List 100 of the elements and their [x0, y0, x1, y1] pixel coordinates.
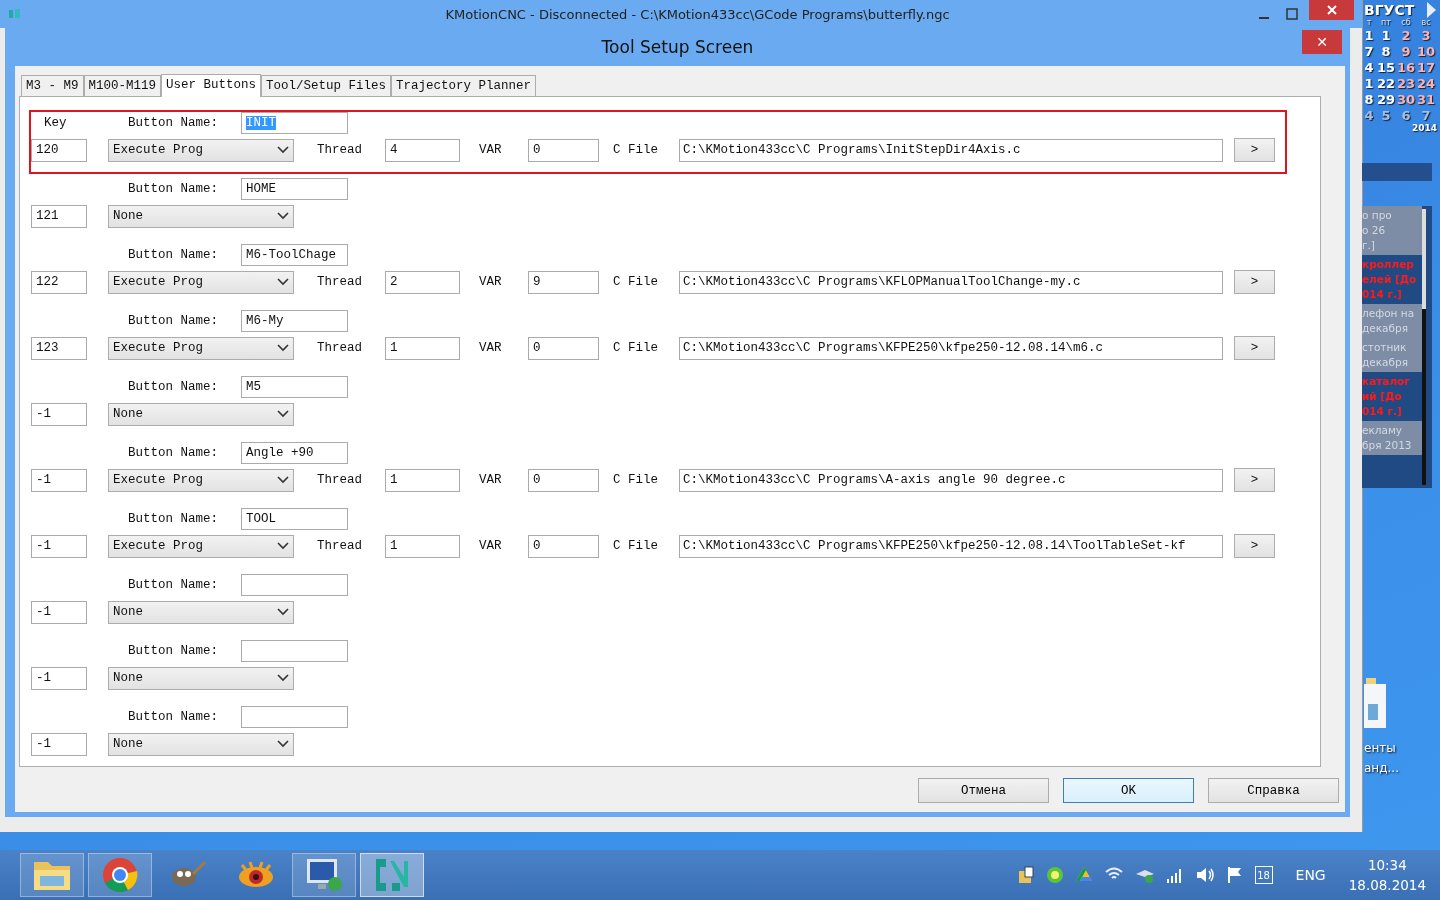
action-dropdown[interactable]: None [108, 204, 294, 228]
tab[interactable]: M3 - M9 [21, 75, 84, 96]
key-field[interactable]: 120 [31, 138, 87, 162]
caret-icon[interactable] [277, 674, 289, 682]
caret-icon[interactable] [277, 146, 289, 154]
name-field[interactable]: HOME [241, 178, 348, 200]
browse-button[interactable]: > [1234, 534, 1275, 558]
clock-date[interactable]: 18.08.2014 [1348, 875, 1426, 895]
name-field[interactable]: M6-My [241, 310, 348, 332]
dialog-button[interactable]: Справка [1208, 778, 1339, 803]
thread-field[interactable]: 2 [385, 270, 460, 294]
taskbar-button[interactable] [88, 853, 152, 897]
clock-time[interactable]: 10:34 [1367, 855, 1407, 875]
action-dropdown[interactable]: None [108, 732, 294, 756]
field-label: C File [613, 143, 659, 157]
tab[interactable]: Trajectory Planner [391, 75, 537, 96]
action-dropdown[interactable]: None [108, 600, 294, 624]
caret-icon[interactable] [277, 212, 289, 220]
file-path-field[interactable]: C:\KMotion433cc\C Programs\KFPE250\kfpe250-12.08.14\m6.c [679, 336, 1223, 360]
action-dropdown[interactable]: None [108, 402, 294, 426]
key-field[interactable]: -1 [31, 534, 87, 558]
window-title: KMotionCNC - Disconnected - C:\KMotion433cc\GCode Programs\butterfly.ngc [444, 6, 951, 22]
triangle-icon[interactable] [1074, 866, 1093, 884]
taskbar-button[interactable] [360, 853, 424, 897]
calendar-day[interactable]: 29 [1376, 92, 1396, 107]
name-field[interactable] [241, 574, 348, 596]
name-field[interactable] [241, 640, 348, 662]
thread-field[interactable]: 1 [385, 534, 460, 558]
action-dropdown[interactable]: None [108, 666, 294, 690]
next-icon[interactable] [1426, 2, 1436, 18]
calendar-day[interactable]: 1 [1362, 28, 1376, 43]
name-field[interactable] [241, 706, 348, 728]
caret-icon[interactable] [277, 608, 289, 616]
calendar-day[interactable]: 22 [1376, 76, 1396, 91]
browse-button[interactable]: > [1234, 138, 1275, 162]
thread-field[interactable]: 4 [385, 138, 460, 162]
flag-icon[interactable] [1225, 866, 1244, 884]
thread-field[interactable]: 1 [385, 336, 460, 360]
calendar-day[interactable]: 8 [1376, 44, 1396, 59]
action-dropdown[interactable]: Execute Prog [108, 336, 294, 360]
file-path-field[interactable]: C:\KMotion433cc\C Programs\KFLOPManualToolChange-my.c [679, 270, 1223, 294]
tab[interactable]: Tool/Setup Files [261, 75, 392, 96]
key-field[interactable]: 121 [31, 204, 87, 228]
scrollbar[interactable] [1422, 209, 1426, 485]
file-path-field[interactable]: C:\KMotion433cc\C Programs\A-axis angle 90 degree.c [679, 468, 1223, 492]
tab[interactable]: User Buttons [161, 74, 262, 97]
caret-icon[interactable] [277, 542, 289, 550]
file-path-field[interactable]: C:\KMotion433cc\C Programs\InitStepDir4Axis.c [679, 138, 1223, 162]
taskbar-button[interactable] [20, 853, 84, 897]
var-field[interactable]: 0 [528, 534, 599, 558]
caret-icon[interactable] [277, 278, 289, 286]
action-dropdown[interactable]: Execute Prog [108, 270, 294, 294]
name-field[interactable]: M6-ToolChage [241, 244, 348, 266]
key-field[interactable]: 123 [31, 336, 87, 360]
calendar-day[interactable]: 8 [1362, 92, 1376, 107]
browse-button[interactable]: > [1234, 270, 1275, 294]
dialog-button[interactable]: Отмена [918, 778, 1049, 803]
browse-button[interactable]: > [1234, 468, 1275, 492]
caret-icon[interactable] [277, 476, 289, 484]
action-dropdown[interactable]: Execute Prog [108, 534, 294, 558]
taskbar-button[interactable] [292, 853, 356, 897]
chat-icon[interactable] [1045, 866, 1064, 884]
action-dropdown[interactable]: Execute Prog [108, 468, 294, 492]
close-button[interactable]: ✕ [1302, 30, 1342, 54]
name-field[interactable]: M5 [241, 376, 348, 398]
calendar-tray-icon[interactable]: 18 [1254, 866, 1273, 884]
document-icon[interactable] [1364, 678, 1388, 728]
var-field[interactable]: 0 [528, 336, 599, 360]
key-field[interactable]: -1 [31, 600, 87, 624]
action-dropdown[interactable]: Execute Prog [108, 138, 294, 162]
clipboard-icon[interactable] [1016, 866, 1035, 884]
dialog-button[interactable]: OK [1063, 778, 1194, 803]
var-field[interactable]: 0 [528, 138, 599, 162]
key-field[interactable]: -1 [31, 402, 87, 426]
var-field[interactable]: 9 [528, 270, 599, 294]
key-field[interactable]: -1 [31, 468, 87, 492]
var-field[interactable]: 0 [528, 468, 599, 492]
browse-button[interactable]: > [1234, 336, 1275, 360]
calendar-day[interactable]: 7 [1362, 44, 1376, 59]
calendar-day[interactable]: 15 [1376, 60, 1396, 75]
calendar-day[interactable]: 4 [1362, 60, 1376, 75]
calendar-day[interactable]: 1 [1376, 28, 1396, 43]
speaker-icon[interactable] [1194, 866, 1215, 884]
language-indicator[interactable]: ENG [1295, 867, 1326, 883]
calendar-day[interactable]: 1 [1362, 76, 1376, 91]
close-button[interactable] [1309, 0, 1354, 20]
close-icon[interactable] [1326, 5, 1337, 15]
thread-field[interactable]: 1 [385, 468, 460, 492]
caret-icon[interactable] [277, 410, 289, 418]
name-field[interactable]: Angle +90 [241, 442, 348, 464]
key-field[interactable]: -1 [31, 732, 87, 756]
maximize-icon[interactable] [1285, 7, 1299, 21]
signal-icon[interactable] [1165, 866, 1184, 884]
key-field[interactable]: 122 [31, 270, 87, 294]
file-path-field[interactable]: C:\KMotion433cc\C Programs\KFPE250\kfpe250-12.08.14\ToolTableSet-kf [679, 534, 1223, 558]
key-field[interactable]: -1 [31, 666, 87, 690]
tab[interactable]: M100-M119 [83, 75, 162, 96]
caret-icon[interactable] [277, 740, 289, 748]
caret-icon[interactable] [277, 344, 289, 352]
name-field[interactable]: TOOL [241, 508, 348, 530]
